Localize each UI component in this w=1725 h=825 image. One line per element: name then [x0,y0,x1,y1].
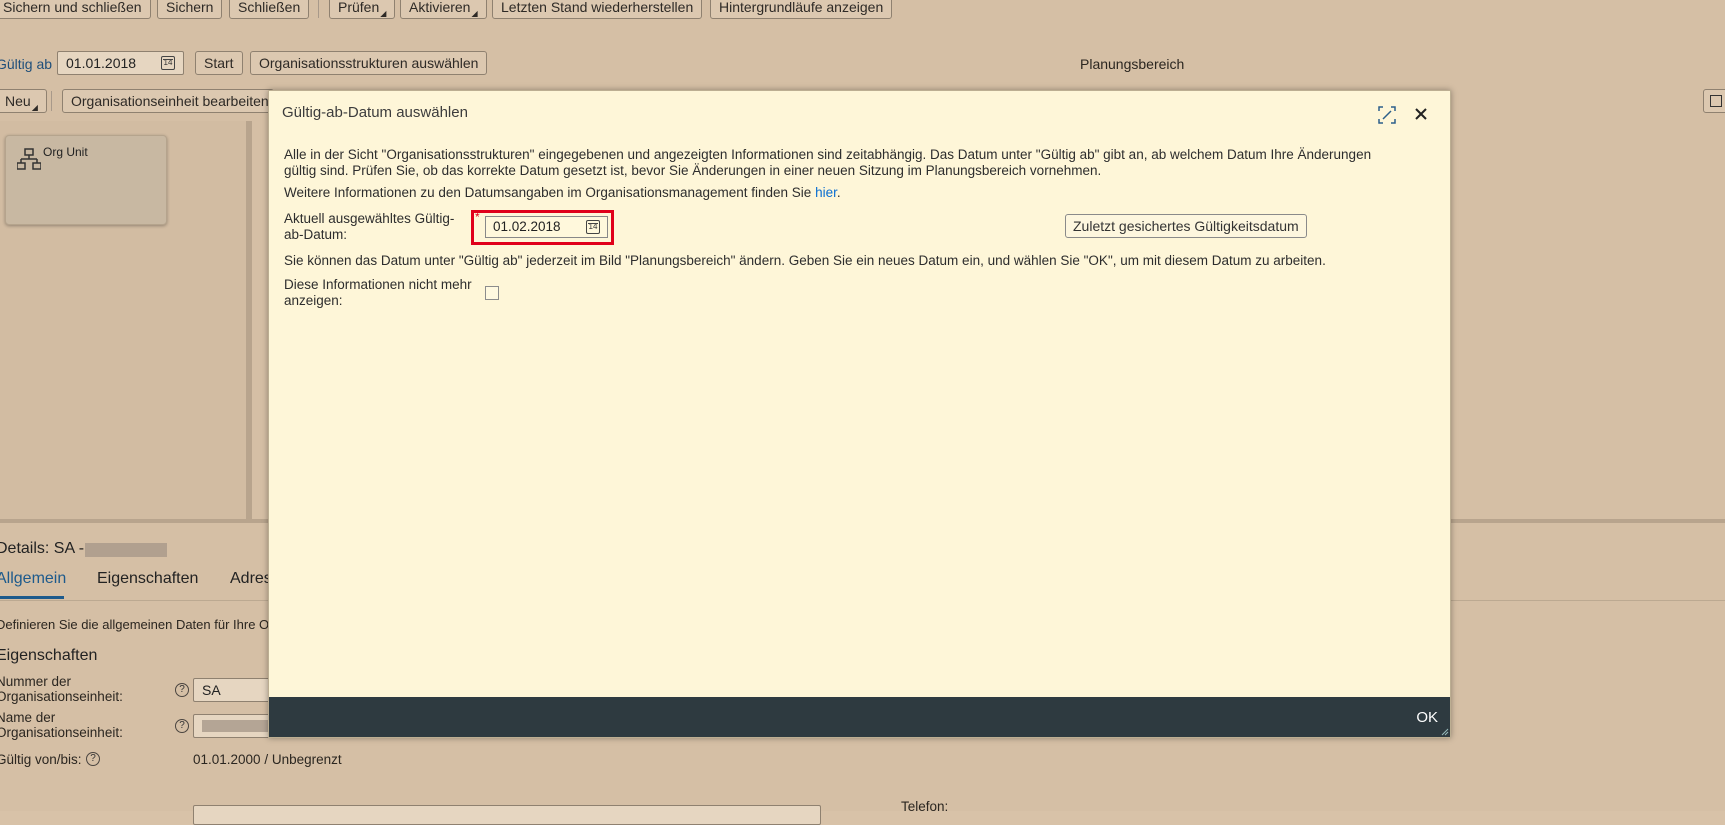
dialog-intro-line-1: Alle in der Sicht "Organisationsstruktur… [284,147,1372,162]
activate-button[interactable]: Aktivieren◢ [400,0,487,19]
check-label: Prüfen [338,0,380,15]
menu-arrow-icon: ◢ [31,103,38,112]
calendar-icon[interactable]: 14 [586,220,600,234]
details-title: Details: SA - [0,540,167,558]
tab-properties-label: Eigenschaften [97,570,199,587]
current-date-label-line-2: ab-Datum: [284,227,348,242]
phone-label: Telefon: [901,799,949,814]
details-description: Definieren Sie die allgemeinen Daten für… [0,617,270,632]
tab-properties[interactable]: Eigenschaften [97,570,198,588]
menu-arrow-icon: ◢ [380,9,387,18]
close-icon[interactable] [1414,107,1428,121]
current-date-label-line-1: Aktuell ausgewähltes Gültig- [284,211,455,226]
dialog-title: Gültig-ab-Datum auswählen [282,104,468,121]
dont-show-label-line-2: anzeigen: [284,293,343,308]
org-unit-number-input[interactable]: SA [193,678,273,702]
change-info-text: Sie können das Datum unter "Gültig ab" j… [284,253,1326,268]
tab-address-label: Adres [230,570,272,587]
last-saved-date-button[interactable]: Zuletzt gesichertes Gültigkeitsdatum [1065,214,1307,238]
restore-label: Letzten Stand wiederherstellen [501,0,694,15]
number-label-line-2: Organisationseinheit: [0,689,123,704]
edit-org-unit-button[interactable]: Organisationseinheit bearbeiten [62,89,274,113]
resize-handle-icon[interactable] [1441,728,1449,736]
org-unit-tile[interactable]: Org Unit [5,135,167,225]
restore-button[interactable]: Letzten Stand wiederherstellen [492,0,703,19]
planning-area-title: Planungsbereich [1080,56,1185,72]
valid-from-date-field[interactable]: 01.02.2018 14 [485,216,608,238]
menu-arrow-icon: ◢ [471,9,478,18]
more-info-link[interactable]: hier [815,185,837,200]
save-button[interactable]: Sichern [157,0,223,19]
toolbar-separator [51,91,52,111]
more-info-label: Weitere Informationen zu den Datumsangab… [284,185,812,200]
valid-from-label: Gültig ab [0,56,53,72]
calendar-icon[interactable]: 14 [161,56,175,70]
table-settings-button[interactable] [1703,89,1725,113]
valid-from-to-label: Gültig von/bis: [0,752,82,767]
last-saved-date-label: Zuletzt gesichertes Gültigkeitsdatum [1073,218,1299,234]
dialog-footer: OK [269,697,1450,737]
expand-icon[interactable] [1378,106,1396,124]
dont-show-label: Diese Informationen nicht mehr anzeigen: [284,277,472,309]
details-title-text: Details: SA - [0,540,85,557]
save-and-close-button[interactable]: Sichern und schließen [0,0,151,19]
valid-from-to-value: 01.01.2000 / Unbegrenzt [193,752,342,767]
more-info-text: Weitere Informationen zu den Datumsangab… [284,185,841,201]
new-label: Neu [5,93,31,109]
save-label: Sichern [166,0,214,15]
name-label-line-2: Organisationseinheit: [0,725,123,740]
valid-from-date-value: 01.01.2018 [66,55,137,71]
valid-from-date-dialog: Gültig-ab-Datum auswählen Alle in der Si… [268,90,1451,738]
help-icon[interactable]: ? [175,719,189,733]
start-button[interactable]: Start [195,51,243,75]
activate-label: Aktivieren [409,0,471,15]
dialog-intro-line-2: gültig sind. Prüfen Sie, ob das korrekte… [284,163,1102,178]
redacted-text [85,543,167,557]
background-jobs-button[interactable]: Hintergrundläufe anzeigen [710,0,893,19]
close-label: Schließen [238,0,301,15]
table-settings-icon [1710,95,1722,107]
tab-active-indicator [0,596,64,599]
valid-from-date-field-value: 01.02.2018 [493,219,561,234]
valid-from-date-input[interactable]: 01.01.2018 14 [57,51,184,75]
more-info-period: . [836,185,841,200]
background-jobs-label: Hintergrundläufe anzeigen [719,0,884,15]
number-label-line-1: Nummer der [0,674,72,689]
properties-section-title: Eigenschaften [0,647,98,664]
check-button[interactable]: Prüfen◢ [329,0,396,19]
name-label-line-1: Name der [0,710,56,725]
tab-general[interactable]: Allgemein [0,570,66,588]
required-marker: * [475,210,480,224]
org-unit-tile-label: Org Unit [43,145,88,159]
new-button[interactable]: Neu◢ [0,89,47,113]
start-label: Start [204,55,234,71]
name-label: Name der Organisationseinheit: [0,710,123,740]
help-icon[interactable]: ? [175,683,189,697]
tab-address[interactable]: Adres [230,570,272,588]
close-button[interactable]: Schließen [229,0,310,19]
dialog-intro-text: Alle in der Sicht "Organisationsstruktur… [284,147,1371,179]
dont-show-checkbox[interactable] [485,286,499,300]
select-org-structures-label: Organisationsstrukturen auswählen [259,55,479,71]
description-input[interactable] [193,805,821,825]
toolbar-separator [318,0,319,18]
help-icon[interactable]: ? [86,752,100,766]
number-label: Nummer der Organisationseinheit: [0,674,123,704]
tab-general-label: Allgemein [0,570,67,587]
edit-org-unit-label: Organisationseinheit bearbeiten [71,93,269,109]
org-structure-icon [17,148,41,170]
current-date-label: Aktuell ausgewähltes Gültig- ab-Datum: [284,211,454,243]
ok-button[interactable]: OK [1416,709,1438,726]
org-unit-number-value: SA [202,682,221,698]
dont-show-label-line-1: Diese Informationen nicht mehr [284,277,472,292]
panel-splitter[interactable] [246,121,252,521]
save-and-close-label: Sichern und schließen [3,0,142,15]
select-org-structures-button[interactable]: Organisationsstrukturen auswählen [250,51,488,75]
